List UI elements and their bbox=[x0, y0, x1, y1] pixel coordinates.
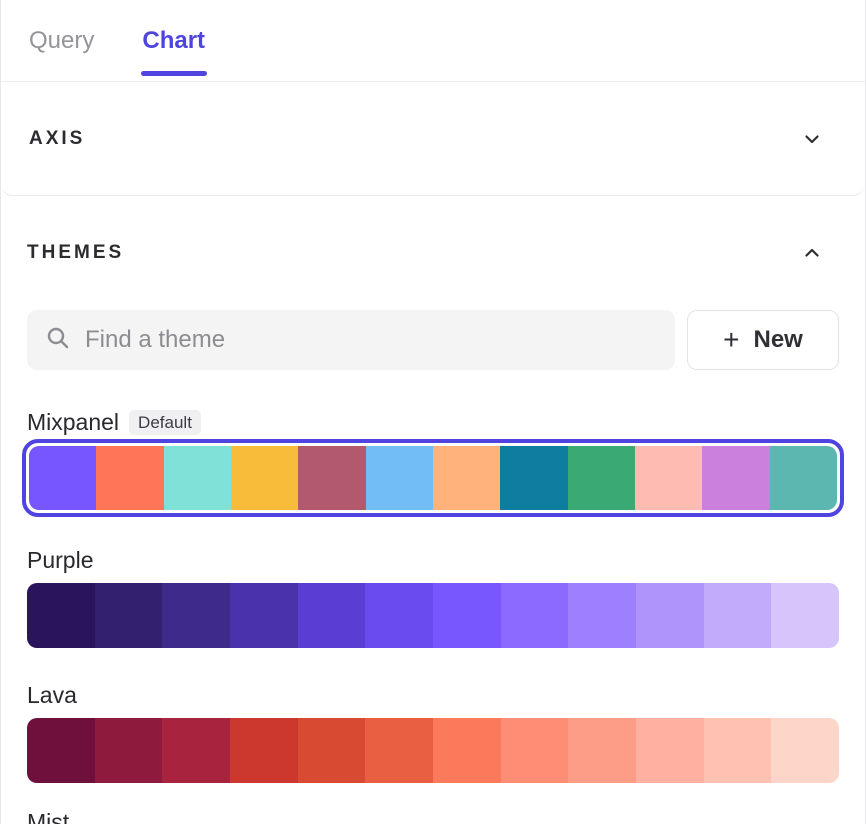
new-theme-button-label: New bbox=[754, 326, 803, 354]
color-swatch[interactable] bbox=[162, 583, 230, 648]
tab-bar: Query Chart bbox=[1, 0, 865, 82]
theme-row: Purple bbox=[27, 546, 839, 648]
color-swatch[interactable] bbox=[231, 446, 298, 510]
color-swatch[interactable] bbox=[501, 583, 569, 648]
theme-search-box[interactable] bbox=[27, 310, 675, 370]
theme-name: Purple bbox=[27, 547, 93, 574]
theme-swatch-bar[interactable] bbox=[27, 718, 839, 783]
theme-name: Mixpanel bbox=[27, 409, 119, 436]
color-swatch[interactable] bbox=[298, 583, 366, 648]
tab-chart-label: Chart bbox=[142, 27, 205, 55]
color-swatch[interactable] bbox=[365, 583, 433, 648]
theme-row: Mixpanel Default bbox=[27, 408, 839, 517]
search-icon bbox=[45, 325, 71, 356]
color-swatch[interactable] bbox=[95, 583, 163, 648]
chevron-down-icon[interactable] bbox=[803, 130, 821, 148]
color-swatch[interactable] bbox=[636, 583, 704, 648]
tab-query-label: Query bbox=[29, 27, 94, 55]
theme-label-row: Purple bbox=[27, 546, 839, 574]
color-swatch[interactable] bbox=[230, 718, 298, 783]
color-swatch[interactable] bbox=[298, 718, 366, 783]
theme-label-row: Mixpanel Default bbox=[27, 408, 839, 436]
color-swatch[interactable] bbox=[96, 446, 163, 510]
color-swatch[interactable] bbox=[27, 718, 95, 783]
theme-default-badge: Default bbox=[129, 410, 201, 435]
theme-row: Mist bbox=[27, 808, 839, 824]
color-swatch[interactable] bbox=[704, 583, 772, 648]
theme-label-row: Lava bbox=[27, 681, 839, 709]
color-swatch[interactable] bbox=[433, 583, 501, 648]
plus-icon: + bbox=[723, 326, 739, 354]
color-swatch[interactable] bbox=[298, 446, 365, 510]
color-swatch[interactable] bbox=[433, 718, 501, 783]
color-swatch[interactable] bbox=[771, 583, 839, 648]
color-swatch[interactable] bbox=[366, 446, 433, 510]
theme-swatch-bar[interactable] bbox=[29, 446, 837, 510]
chart-settings-panel: Query Chart AXIS THEMES bbox=[0, 0, 866, 824]
themes-list: Mixpanel Default Purple Lava Mist bbox=[27, 408, 839, 824]
color-swatch[interactable] bbox=[433, 446, 500, 510]
theme-name: Mist bbox=[27, 809, 69, 824]
color-swatch[interactable] bbox=[568, 583, 636, 648]
color-swatch[interactable] bbox=[568, 718, 636, 783]
theme-row: Lava bbox=[27, 681, 839, 783]
tab-chart[interactable]: Chart bbox=[142, 0, 205, 82]
theme-search-input[interactable] bbox=[85, 326, 657, 354]
theme-swatch-bar[interactable] bbox=[27, 583, 839, 648]
axis-section[interactable]: AXIS bbox=[1, 82, 865, 196]
color-swatch[interactable] bbox=[770, 446, 837, 510]
themes-section-header[interactable]: THEMES bbox=[27, 242, 839, 264]
selected-theme-ring[interactable] bbox=[22, 439, 844, 517]
color-swatch[interactable] bbox=[27, 583, 95, 648]
color-swatch[interactable] bbox=[704, 718, 772, 783]
color-swatch[interactable] bbox=[164, 446, 231, 510]
color-swatch[interactable] bbox=[365, 718, 433, 783]
color-swatch[interactable] bbox=[500, 446, 567, 510]
new-theme-button[interactable]: + New bbox=[687, 310, 839, 370]
color-swatch[interactable] bbox=[95, 718, 163, 783]
themes-section: THEMES + New Mixp bbox=[1, 198, 865, 824]
theme-label-row: Mist bbox=[27, 808, 839, 824]
color-swatch[interactable] bbox=[702, 446, 769, 510]
color-swatch[interactable] bbox=[162, 718, 230, 783]
theme-name: Lava bbox=[27, 682, 77, 709]
axis-section-title: AXIS bbox=[29, 128, 85, 150]
color-swatch[interactable] bbox=[771, 718, 839, 783]
color-swatch[interactable] bbox=[29, 446, 96, 510]
active-tab-underline bbox=[141, 71, 207, 76]
color-swatch[interactable] bbox=[636, 718, 704, 783]
themes-section-title: THEMES bbox=[27, 242, 124, 264]
color-swatch[interactable] bbox=[635, 446, 702, 510]
color-swatch[interactable] bbox=[230, 583, 298, 648]
chevron-up-icon[interactable] bbox=[803, 244, 821, 262]
color-swatch[interactable] bbox=[568, 446, 635, 510]
tab-query[interactable]: Query bbox=[29, 0, 94, 82]
color-swatch[interactable] bbox=[501, 718, 569, 783]
theme-search-row: + New bbox=[27, 310, 839, 370]
